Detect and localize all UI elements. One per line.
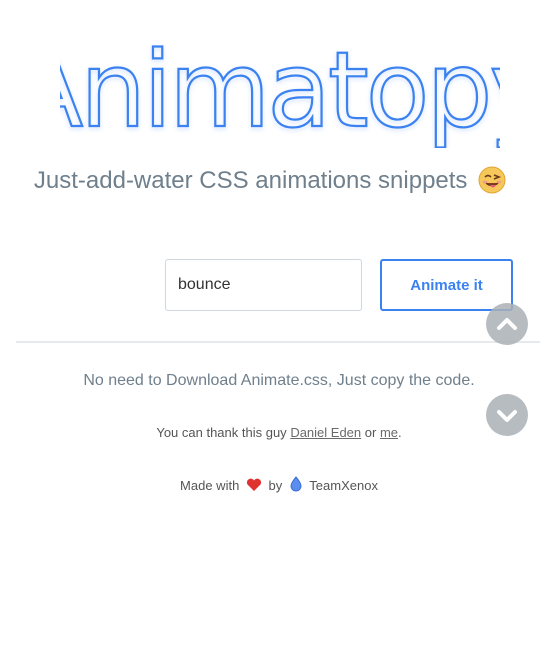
daniel-eden-link[interactable]: Daniel Eden bbox=[290, 425, 361, 440]
by-label: by bbox=[268, 478, 283, 493]
tagline: Just-add-water CSS animations snippets bbox=[0, 166, 540, 201]
winking-tongue-face-icon bbox=[478, 166, 506, 201]
logo: Animatopy bbox=[60, 38, 500, 148]
credits-suffix: . bbox=[398, 425, 402, 440]
me-link[interactable]: me bbox=[380, 425, 398, 440]
divider bbox=[16, 341, 540, 343]
chevron-down-icon bbox=[497, 410, 517, 422]
chevron-up-icon bbox=[497, 318, 517, 330]
credits-line: You can thank this guy Daniel Eden or me… bbox=[0, 425, 540, 440]
page: Animatopy Just-add-water CSS animations … bbox=[0, 0, 540, 661]
credits-middle: or bbox=[364, 425, 377, 440]
logo-text: Animatopy bbox=[60, 38, 500, 148]
animation-search-input[interactable] bbox=[165, 259, 362, 311]
team-name: TeamXenox bbox=[309, 478, 378, 493]
tagline-text: Just-add-water CSS animations snippets bbox=[33, 167, 468, 194]
credits-prefix: You can thank this guy bbox=[156, 425, 287, 440]
logo-wordmark: Animatopy bbox=[60, 38, 500, 148]
animate-it-button[interactable]: Animate it bbox=[380, 259, 513, 311]
scroll-up-button[interactable] bbox=[486, 303, 528, 345]
note-text: No need to Download Animate.css, Just co… bbox=[83, 372, 475, 389]
drop-icon bbox=[289, 476, 303, 495]
heart-icon bbox=[246, 478, 262, 495]
footer-made-with: Made with by TeamXenox bbox=[0, 476, 540, 495]
made-with-label: Made with bbox=[180, 478, 240, 493]
